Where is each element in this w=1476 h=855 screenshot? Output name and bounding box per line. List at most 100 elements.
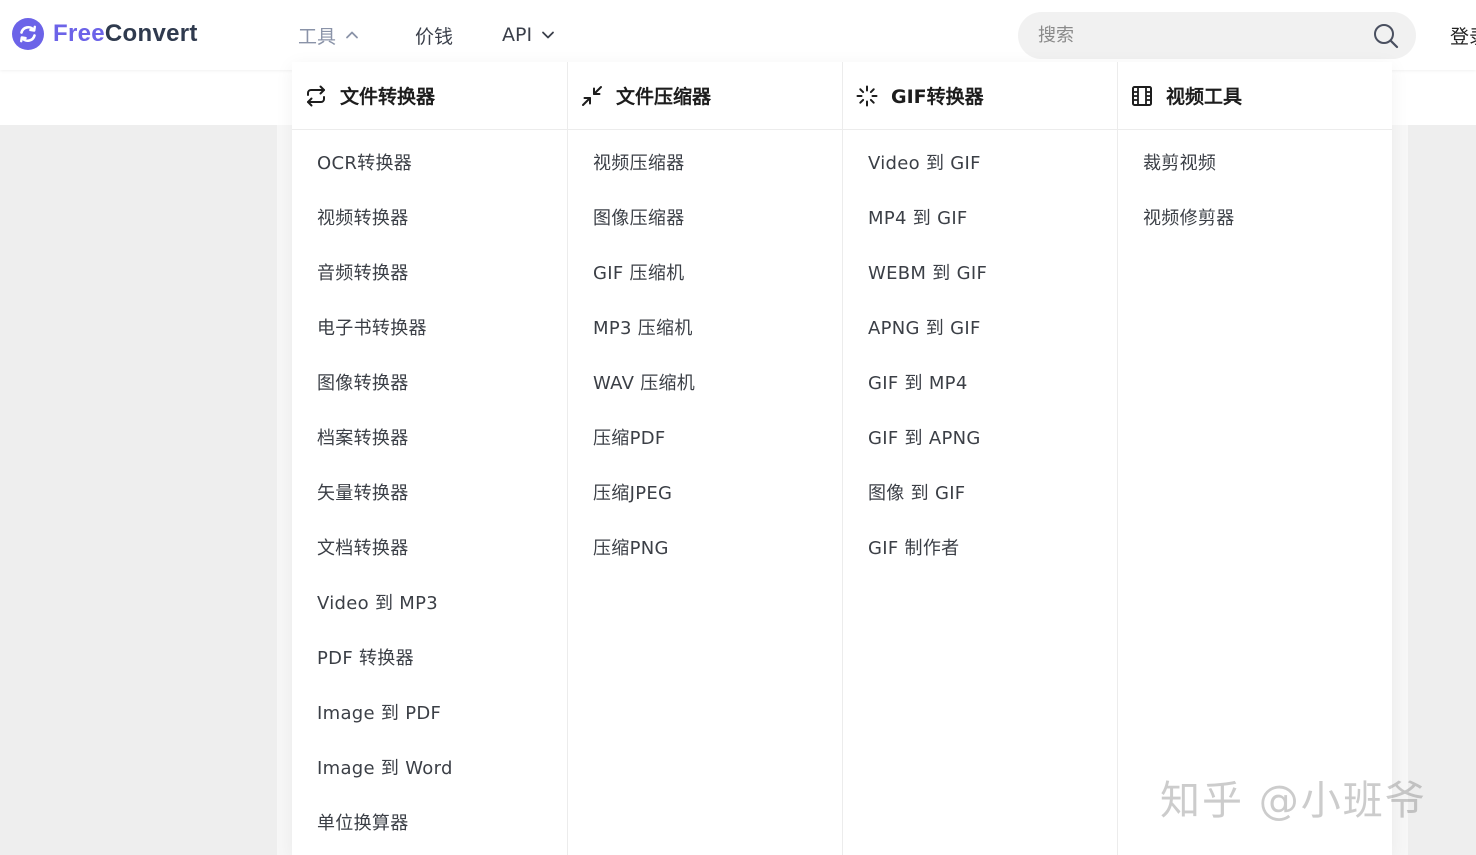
menu-item-list: 裁剪视频 视频修剪器 [1118,130,1392,251]
menu-column-title: GIF转换器 [891,86,984,108]
watermark-text: 知乎 @小班爷 [1160,778,1427,824]
menu-item-label: WAV 压缩机 [593,373,696,394]
menu-item-label: GIF 到 APNG [868,428,981,449]
search-input[interactable] [1038,20,1368,51]
tools-dropdown-menu: 文件转换器 OCR转换器 视频转换器 音频转换器 电子书转换器 图像转换器 档案… [292,62,1392,855]
menu-column-header: 文件压缩器 [568,62,842,130]
menu-item[interactable]: 压缩JPEG [568,471,842,526]
menu-column-file-compressor: 文件压缩器 视频压缩器 图像压缩器 GIF 压缩机 MP3 压缩机 WAV 压缩… [567,62,842,855]
menu-item-label: 压缩PNG [593,538,669,559]
menu-item-label: 压缩JPEG [593,483,673,504]
top-header: FreeConvert 工具 价钱 API 登录 [0,0,1476,70]
convert-arrows-icon [307,85,325,106]
menu-item-label: 压缩PDF [593,428,666,449]
menu-item-label: 电子书转换器 [317,318,427,339]
menu-item[interactable]: PDF 转换器 [292,636,567,691]
menu-item-label: 音频转换器 [317,263,409,284]
menu-item[interactable]: 矢量转换器 [292,471,567,526]
menu-item[interactable]: GIF 到 APNG [843,416,1117,471]
nav-tools-label: 工具 [298,25,337,48]
menu-column-header: 文件转换器 [292,62,567,130]
login-link[interactable]: 登录 [1450,22,1476,49]
menu-column-file-converter: 文件转换器 OCR转换器 视频转换器 音频转换器 电子书转换器 图像转换器 档案… [292,62,567,855]
menu-column-header: 视频工具 [1118,62,1392,130]
menu-item[interactable]: WAV 压缩机 [568,361,842,416]
nav-pricing-link[interactable]: 价钱 [415,22,453,48]
menu-item-label: 视频转换器 [317,208,409,229]
nav-tools-menu[interactable]: 工具 [298,22,359,48]
nav-api-label: API [502,24,533,46]
freeconvert-logo[interactable]: FreeConvert [12,18,198,50]
menu-item[interactable]: MP3 压缩机 [568,306,842,361]
menu-item[interactable]: 图像转换器 [292,361,567,416]
menu-item[interactable]: Video 到 MP3 [292,581,567,636]
menu-column-title: 文件压缩器 [616,86,712,108]
menu-item-label: MP3 压缩机 [593,318,693,339]
menu-item[interactable]: APNG 到 GIF [843,306,1117,361]
menu-item[interactable]: 单位换算器 [292,801,567,855]
nav-api-menu[interactable]: API [502,22,555,48]
menu-item-label: WEBM 到 GIF [868,263,988,284]
menu-item-label: 档案转换器 [317,428,409,449]
menu-item-label: 图像 到 GIF [868,483,966,504]
menu-item[interactable]: 电子书转换器 [292,306,567,361]
chevron-down-icon [542,31,554,39]
menu-item-label: GIF 制作者 [868,538,960,559]
search-box [1018,12,1416,59]
film-icon [1132,85,1152,106]
chevron-up-icon [346,31,358,39]
menu-item-list: OCR转换器 视频转换器 音频转换器 电子书转换器 图像转换器 档案转换器 矢量… [292,130,567,855]
logo-icon [12,18,44,50]
menu-item[interactable]: 压缩PDF [568,416,842,471]
menu-item[interactable]: 图像压缩器 [568,196,842,251]
menu-item[interactable]: 音频转换器 [292,251,567,306]
menu-item[interactable]: MP4 到 GIF [843,196,1117,251]
menu-item-label: MP4 到 GIF [868,208,968,229]
menu-item-label: 文档转换器 [317,538,409,559]
menu-item-label: 视频修剪器 [1143,208,1235,229]
menu-column-header: GIF转换器 [843,62,1117,130]
menu-column-video-tools: 视频工具 裁剪视频 视频修剪器 [1117,62,1392,855]
menu-item[interactable]: 视频转换器 [292,196,567,251]
menu-item-list: Video 到 GIF MP4 到 GIF WEBM 到 GIF APNG 到 … [843,130,1117,581]
compress-arrows-icon [582,85,602,106]
menu-item[interactable]: GIF 压缩机 [568,251,842,306]
menu-column-title: 视频工具 [1166,86,1243,108]
menu-item[interactable]: GIF 制作者 [843,526,1117,581]
menu-item[interactable]: 图像 到 GIF [843,471,1117,526]
menu-item-label: 图像转换器 [317,373,409,394]
menu-item-label: Image 到 Word [317,758,453,779]
menu-item-label: 视频压缩器 [593,153,685,174]
menu-item-label: 图像压缩器 [593,208,685,229]
menu-item-label: GIF 压缩机 [593,263,685,284]
menu-item[interactable]: Image 到 PDF [292,691,567,746]
menu-item[interactable]: OCR转换器 [292,141,567,196]
logo-text: FreeConvert [53,20,198,48]
menu-column-title: 文件转换器 [340,86,436,108]
menu-item-label: PDF 转换器 [317,648,414,669]
menu-item[interactable]: Video 到 GIF [843,141,1117,196]
menu-item[interactable]: GIF 到 MP4 [843,361,1117,416]
menu-item-label: 裁剪视频 [1143,153,1217,174]
menu-item[interactable]: 裁剪视频 [1118,141,1392,196]
search-icon[interactable] [1372,22,1400,50]
menu-item[interactable]: WEBM 到 GIF [843,251,1117,306]
nav-pricing-label: 价钱 [415,25,454,48]
logo-text-free: Free [53,20,105,47]
menu-item-label: 矢量转换器 [317,483,409,504]
menu-item[interactable]: 档案转换器 [292,416,567,471]
menu-item-list: 视频压缩器 图像压缩器 GIF 压缩机 MP3 压缩机 WAV 压缩机 压缩PD… [568,130,842,581]
menu-item-label: Video 到 MP3 [317,593,439,614]
menu-column-gif-converter: GIF转换器 Video 到 GIF MP4 到 GIF WEBM 到 GIF … [842,62,1117,855]
menu-item-label: 单位换算器 [317,813,409,834]
spinner-icon [856,85,878,106]
menu-item[interactable]: 压缩PNG [568,526,842,581]
menu-item-label: Video 到 GIF [868,153,981,174]
menu-item-label: APNG 到 GIF [868,318,981,339]
menu-item-label: GIF 到 MP4 [868,373,968,394]
menu-item[interactable]: 文档转换器 [292,526,567,581]
menu-item[interactable]: 视频修剪器 [1118,196,1392,251]
menu-item[interactable]: 视频压缩器 [568,141,842,196]
logo-text-convert: Convert [104,20,198,47]
menu-item[interactable]: Image 到 Word [292,746,567,801]
